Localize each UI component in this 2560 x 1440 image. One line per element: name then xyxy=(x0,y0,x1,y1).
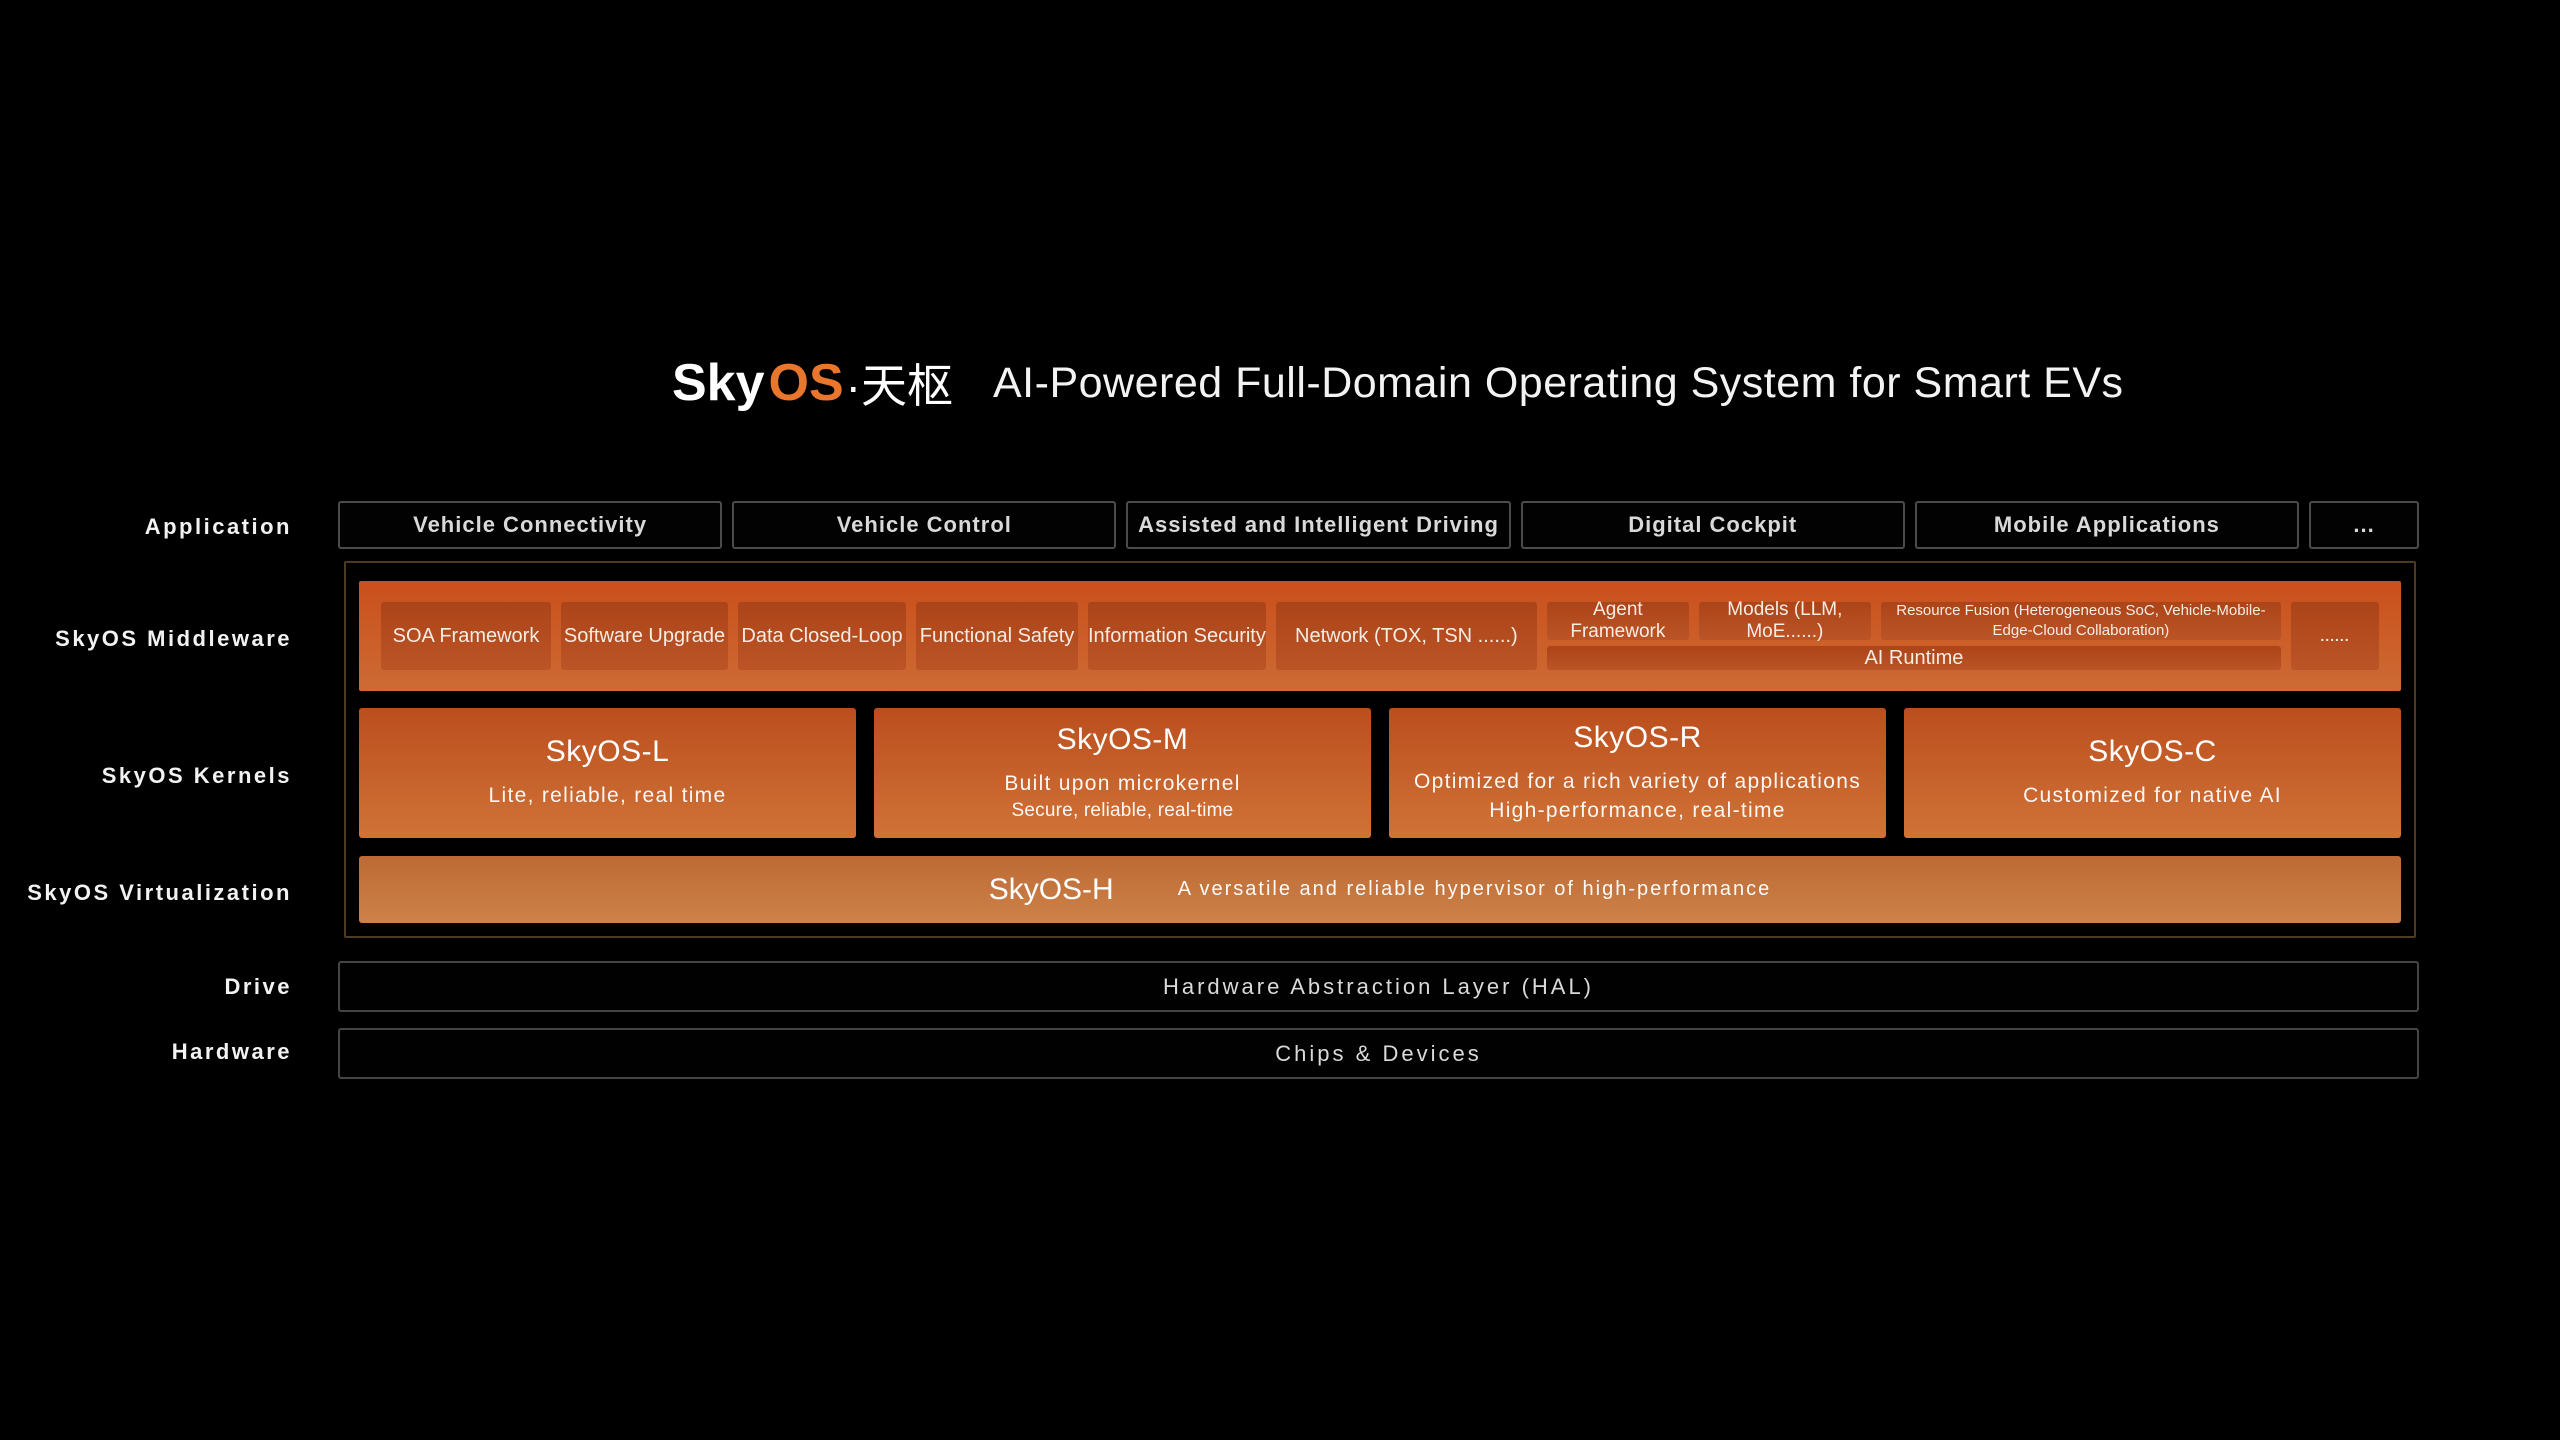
layer-label-middleware: SkyOS Middleware xyxy=(55,626,292,651)
hardware-layer-row: Chips & Devices xyxy=(338,1028,2419,1079)
application-layer-row: Vehicle Connectivity Vehicle Control Ass… xyxy=(338,501,2420,549)
kernel-description-secondary: High-performance, real-time xyxy=(1489,798,1786,822)
application-box-assisted-intelligent-driving: Assisted and Intelligent Driving xyxy=(1126,501,1511,549)
middleware-ai-cluster: Agent Framework Models (LLM, MoE......) … xyxy=(1546,599,2281,670)
core-os-container: SOA Framework Software Upgrade Data Clos… xyxy=(344,561,2416,938)
application-box-digital-cockpit: Digital Cockpit xyxy=(1520,501,1905,549)
application-box-vehicle-control: Vehicle Control xyxy=(732,501,1117,549)
middleware-box-software-upgrade: Software Upgrade xyxy=(561,602,728,670)
layer-label-kernels: SkyOS Kernels xyxy=(101,763,292,788)
middleware-box-information-security: Information Security xyxy=(1088,602,1266,670)
layer-label-drive: Drive xyxy=(224,974,292,999)
application-box-mobile-applications: Mobile Applications xyxy=(1914,501,2300,549)
middleware-box-resource-fusion: Resource Fusion (Heterogeneous SoC, Vehi… xyxy=(1880,602,2281,640)
kernel-description: Lite, reliable, real time xyxy=(488,784,727,808)
kernel-name: SkyOS-L xyxy=(545,735,670,769)
kernel-description: Customized for native AI xyxy=(2023,784,2282,808)
kernel-box-skyos-r: SkyOS-R Optimized for a rich variety of … xyxy=(1389,708,1886,838)
kernels-layer-row: SkyOS-L Lite, reliable, real time SkyOS-… xyxy=(359,708,2401,838)
kernel-box-skyos-l: SkyOS-L Lite, reliable, real time xyxy=(359,708,856,838)
middleware-box-more: ...... xyxy=(2291,602,2379,670)
application-box-more: ... xyxy=(2309,501,2420,549)
middleware-box-models: Models (LLM, MoE......) xyxy=(1698,599,1871,642)
application-box-vehicle-connectivity: Vehicle Connectivity xyxy=(338,501,723,549)
kernel-name: SkyOS-C xyxy=(2088,735,2217,769)
page-subtitle: AI-Powered Full-Domain Operating System … xyxy=(993,358,2124,407)
kernel-name: SkyOS-M xyxy=(1056,722,1189,756)
logo-sky-text: Sky xyxy=(672,354,765,412)
layer-label-virtualization: SkyOS Virtualization xyxy=(27,880,292,905)
kernel-description-secondary: Secure, reliable, real-time xyxy=(1011,799,1234,821)
middleware-box-soa-framework: SOA Framework xyxy=(381,602,551,670)
middleware-box-functional-safety: Functional Safety xyxy=(916,602,1078,670)
skyos-logo: Sky OS ·天枢 xyxy=(672,350,953,416)
drive-layer-row: Hardware Abstraction Layer (HAL) xyxy=(338,961,2419,1012)
kernel-box-skyos-c: SkyOS-C Customized for native AI xyxy=(1904,708,2401,838)
page-title: Sky OS ·天枢 AI-Powered Full-Domain Operat… xyxy=(672,348,2124,418)
middleware-box-data-closed-loop: Data Closed-Loop xyxy=(738,602,906,670)
kernel-description: Built upon microkernel xyxy=(1004,771,1241,795)
skyos-architecture-diagram: Sky OS ·天枢 AI-Powered Full-Domain Operat… xyxy=(0,0,2560,1440)
middleware-box-ai-runtime: AI Runtime xyxy=(1546,646,2281,670)
middleware-box-agent-framework: Agent Framework xyxy=(1546,599,1689,642)
middleware-box-network: Network (TOX, TSN ......) xyxy=(1275,602,1537,670)
virtualization-description: A versatile and reliable hypervisor of h… xyxy=(1177,878,1772,900)
layer-label-hardware: Hardware xyxy=(171,1039,292,1064)
kernel-box-skyos-m: SkyOS-M Built upon microkernel Secure, r… xyxy=(874,708,1371,838)
kernel-name: SkyOS-R xyxy=(1573,721,1702,755)
logo-chinese-text: ·天枢 xyxy=(845,360,953,412)
middleware-layer-row: SOA Framework Software Upgrade Data Clos… xyxy=(359,581,2401,691)
virtualization-layer-row: SkyOS-H A versatile and reliable hypervi… xyxy=(359,856,2401,923)
logo-os-text: OS xyxy=(768,354,844,412)
kernel-description: Optimized for a rich variety of applicat… xyxy=(1413,770,1862,794)
layer-label-application: Application xyxy=(144,514,292,539)
virtualization-name: SkyOS-H xyxy=(988,872,1114,906)
